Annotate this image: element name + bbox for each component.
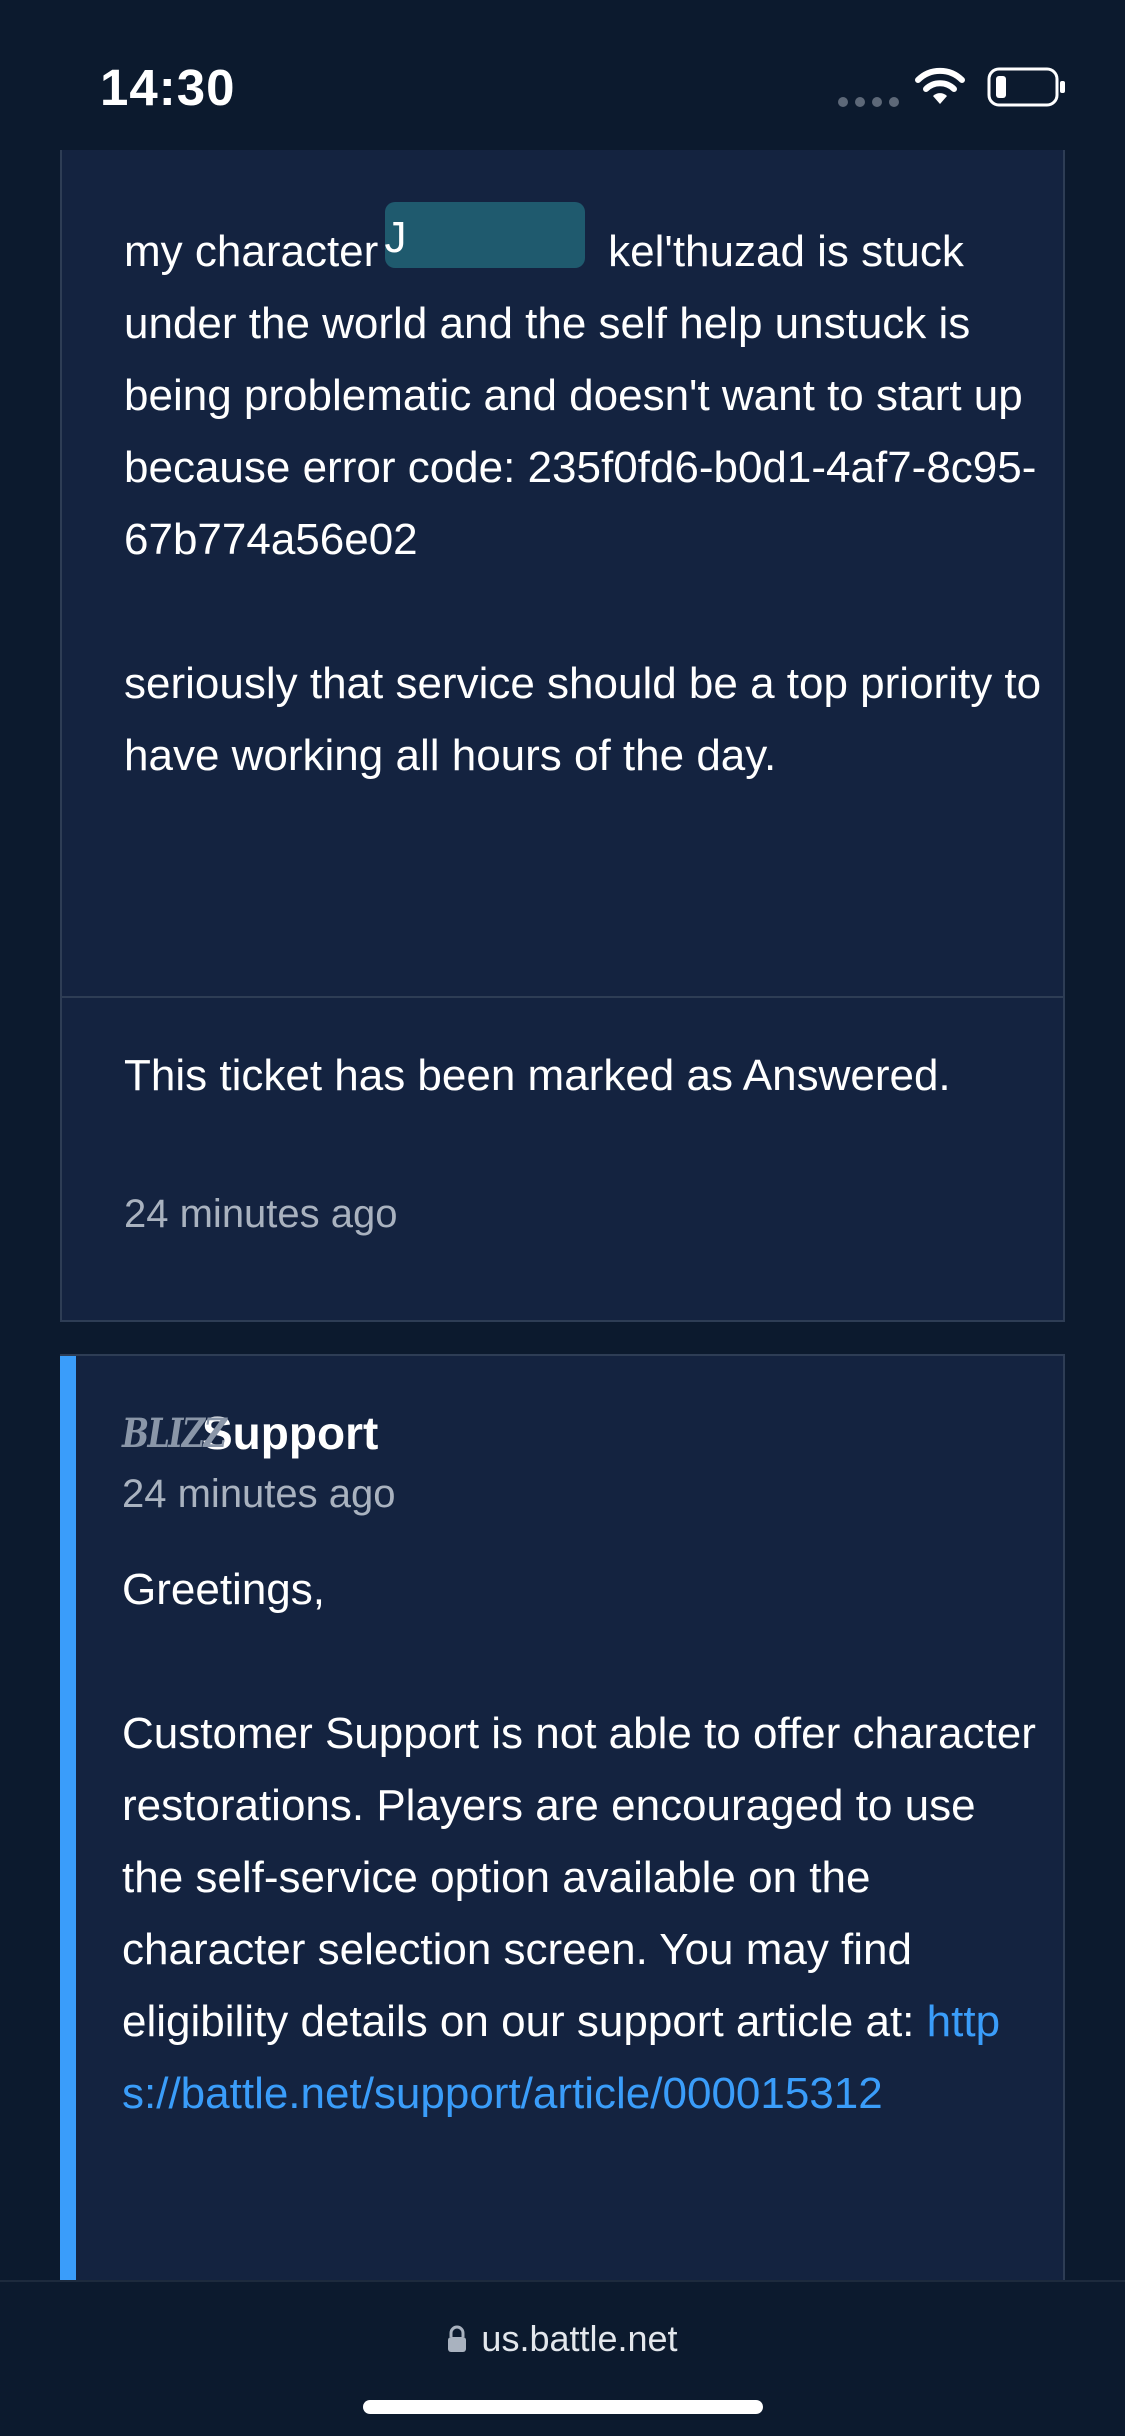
ticket-description-text: my character XXXXXXXJ kel'thuzad is stuc…: [124, 202, 1044, 792]
description-paragraph-2: seriously that service should be a top p…: [124, 659, 1042, 780]
lock-icon: [448, 2325, 467, 2352]
reply-author: Support: [202, 1407, 379, 1459]
reply-header: BLIZZ Support: [122, 1406, 378, 1460]
status-timestamp: 24 minutes ago: [124, 1192, 398, 1236]
reply-message: Customer Support is not able to offer ch…: [122, 1709, 1036, 2046]
blizzard-logo: BLIZZ: [122, 1409, 227, 1457]
status-update-card: This ticket has been marked as Answered.…: [60, 996, 1065, 1322]
ticket-description-card: my character XXXXXXXJ kel'thuzad is stuc…: [60, 150, 1065, 1116]
browser-address-bar[interactable]: us.battle.net: [0, 2280, 1125, 2436]
status-message: This ticket has been marked as Answered.: [124, 1051, 951, 1100]
status-time: 14:30: [100, 59, 236, 116]
support-reply-card: BLIZZ Support 24 minutes ago Greetings, …: [60, 1354, 1065, 2280]
status-bar: 14:30: [0, 0, 1125, 150]
reply-timestamp: 24 minutes ago: [122, 1472, 396, 1516]
reply-greeting: Greetings,: [122, 1565, 325, 1614]
battery-icon: [987, 67, 1065, 107]
reply-body: Greetings, Customer Support is not able …: [122, 1554, 1042, 2130]
wifi-icon: [915, 67, 965, 104]
ticket-thread[interactable]: my character XXXXXXXJ kel'thuzad is stuc…: [0, 150, 1125, 2280]
home-indicator[interactable]: [363, 2400, 763, 2414]
description-text-start: my character: [124, 227, 391, 276]
url-display[interactable]: us.battle.net: [0, 2318, 1125, 2360]
url-text: us.battle.net: [481, 2318, 678, 2359]
redacted-character-name: XXXXXXXJ: [384, 202, 596, 288]
cellular-signal-icon: [838, 97, 899, 107]
reply-accent-bar: [60, 1356, 76, 2280]
